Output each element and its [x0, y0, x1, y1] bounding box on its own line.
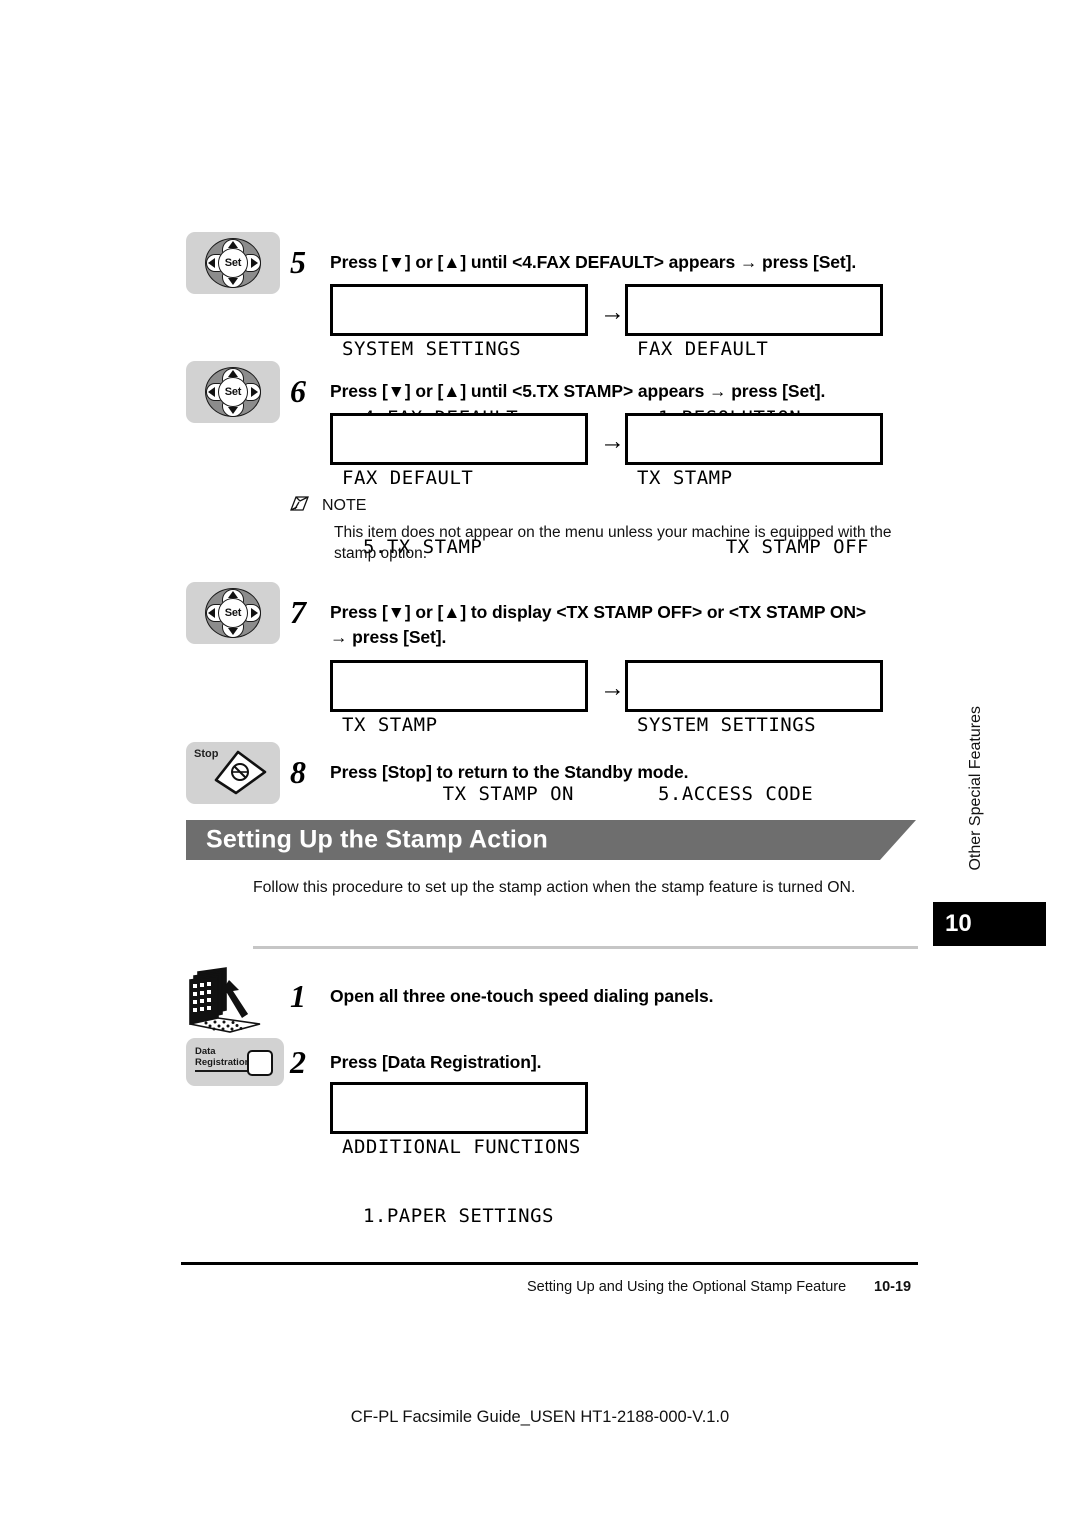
lcd-display: FAX DEFAULT 5.TX STAMP	[330, 413, 588, 558]
lcd-display: SYSTEM SETTINGS 4.FAX DEFAULT	[330, 284, 588, 429]
triangle-left-icon	[208, 258, 215, 268]
data-registration-key[interactable]: Data Registration	[186, 1038, 284, 1086]
step-instruction: Press [▼] or [▲] until <5.TX STAMP> appe…	[330, 381, 826, 401]
step-5-key-cell: Set	[186, 232, 280, 294]
note-heading: NOTE	[322, 497, 367, 514]
triangle-up-icon	[228, 241, 238, 248]
step-6-key-cell: Set	[186, 361, 280, 423]
lcd-line-1: SYSTEM SETTINGS	[342, 338, 522, 360]
section-intro: Follow this procedure to set up the stam…	[253, 879, 856, 896]
set-dpad-key[interactable]: Set	[186, 582, 280, 644]
step-instruction: Press [▼] or [▲] to display <TX STAMP OF…	[330, 602, 867, 647]
dpad-icon: Set	[205, 367, 261, 417]
triangle-right-icon	[251, 387, 258, 397]
lcd-line-2: 5.ACCESS CODE	[646, 783, 814, 805]
flow-arrow: →	[600, 674, 625, 702]
set-key-label: Set	[218, 377, 248, 407]
stop-key[interactable]: Stop	[186, 742, 280, 804]
dr-underline	[195, 1070, 255, 1072]
lcd-display: TX STAMP TX STAMP OFF	[625, 413, 883, 558]
step-number: 5	[290, 244, 306, 280]
step-number: 7	[290, 594, 306, 630]
lcd-display: FAX DEFAULT 1.RESOLUTION	[625, 284, 883, 429]
lcd-line-1: FAX DEFAULT	[637, 338, 769, 360]
footer-page-number: 10-19	[874, 1279, 912, 1295]
triangle-up-icon	[228, 591, 238, 598]
dr-label-line1: Data	[195, 1046, 216, 1057]
lcd-line-1: FAX DEFAULT	[342, 467, 474, 489]
flow-arrow: →	[600, 298, 625, 326]
step-instruction: Press [▼] or [▲] until <4.FAX DEFAULT> a…	[330, 252, 857, 272]
lcd-display: SYSTEM SETTINGS 5.ACCESS CODE	[625, 660, 883, 805]
dpad-icon: Set	[205, 588, 261, 638]
triangle-up-icon	[228, 370, 238, 377]
lcd-display: ADDITIONAL FUNCTIONS 1.PAPER SETTINGS	[330, 1082, 588, 1227]
lcd-line-2: 1.PAPER SETTINGS	[351, 1205, 554, 1227]
lcd-line-2: TX STAMP ON	[442, 783, 574, 805]
step-number: 1	[290, 978, 306, 1014]
lcd-line-1: TX STAMP	[637, 467, 733, 489]
dr-button-square-icon	[247, 1050, 273, 1076]
triangle-left-icon	[208, 387, 215, 397]
section-divider	[253, 946, 918, 949]
step-instruction: Open all three one-touch speed dialing p…	[330, 986, 714, 1006]
set-dpad-key[interactable]: Set	[186, 361, 280, 423]
step-number: 6	[290, 373, 306, 409]
triangle-down-icon	[228, 278, 238, 285]
document-footer: CF-PL Facsimile Guide_USEN HT1-2188-000-…	[350, 1408, 730, 1426]
note-header: NOTE	[288, 494, 928, 518]
side-tab-chapter-number: 10	[933, 902, 1046, 946]
step-instruction: Press [Data Registration].	[330, 1052, 542, 1072]
section-banner: Setting Up the Stamp Action	[186, 820, 916, 860]
set-key-label: Set	[218, 598, 248, 628]
triangle-left-icon	[208, 608, 215, 618]
lcd-display: TX STAMP TX STAMP ON	[330, 660, 588, 805]
step-number: 2	[290, 1044, 306, 1080]
step-8-key-cell: Stop	[186, 742, 280, 804]
pencil-icon	[288, 494, 314, 518]
footer-rule	[181, 1262, 918, 1265]
section-title: Setting Up the Stamp Action	[206, 825, 548, 854]
step-instruction: Press [Stop] to return to the Standby mo…	[330, 762, 689, 782]
lcd-line-1: ADDITIONAL FUNCTIONS	[342, 1136, 581, 1158]
step-7-key-cell: Set	[186, 582, 280, 644]
lcd-line-1: SYSTEM SETTINGS	[637, 714, 817, 736]
triangle-down-icon	[228, 407, 238, 414]
step-number: 8	[290, 754, 306, 790]
set-dpad-key[interactable]: Set	[186, 232, 280, 294]
one-touch-panels-icon	[186, 966, 286, 1036]
flow-arrow: →	[600, 427, 625, 455]
data-registration-label: Data Registration	[195, 1046, 251, 1068]
note-body: This item does not appear on the menu un…	[334, 524, 892, 562]
dr-label-line2: Registration	[195, 1057, 251, 1068]
note-block: NOTE This item does not appear on the me…	[288, 494, 928, 564]
triangle-down-icon	[228, 628, 238, 635]
set-key-label: Set	[218, 248, 248, 278]
side-tab-label: Other Special Features	[967, 706, 984, 871]
triangle-right-icon	[251, 258, 258, 268]
stop-shape-icon	[214, 750, 267, 795]
triangle-right-icon	[251, 608, 258, 618]
data-registration-key-cell: Data Registration	[186, 1038, 284, 1086]
lcd-line-1: TX STAMP	[342, 714, 438, 736]
manual-page: Set 5 Press [▼] or [▲] until <4.FAX DEFA…	[0, 0, 1080, 1528]
dpad-icon: Set	[205, 238, 261, 288]
footer-title: Setting Up and Using the Optional Stamp …	[527, 1279, 847, 1295]
